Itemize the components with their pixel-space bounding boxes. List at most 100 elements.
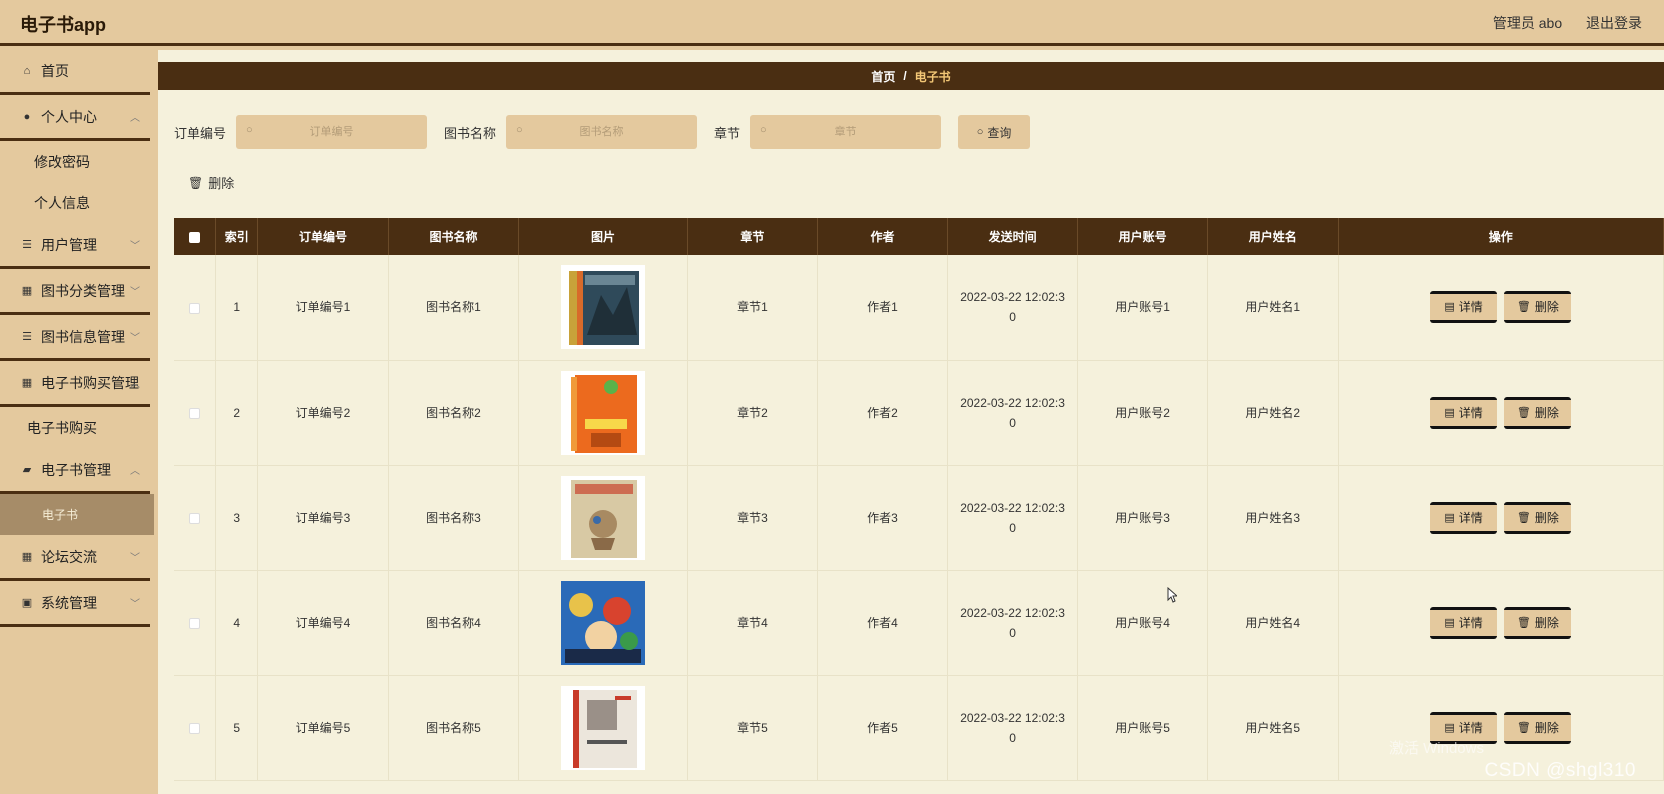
detail-button[interactable]: ▤ 详情 [1430,396,1498,429]
cell-actions: ▤ 详情 🗑 删除 [1338,360,1664,466]
trash-icon: 🗑 [1516,616,1531,629]
cell-actions: ▤ 详情 🗑 删除 [1338,465,1664,571]
row-checkbox[interactable] [189,302,201,314]
detail-button[interactable]: ▤ 详情 [1430,501,1498,534]
ebook-table: 索引 订单编号 图书名称 图片 章节 作者 发送时间 用户账号 用户姓名 操作 … [174,218,1664,781]
order-number-label: 订单编号 [174,125,227,141]
chevron-down-icon: ﹀ [130,333,140,344]
cell-book: 图书名称1 [388,255,520,361]
delete-label: 删除 [1534,510,1559,525]
sidebar-item-forum[interactable]: ▦ 论坛交流 ﹀ [0,535,150,581]
trash-icon: 🗑 [188,175,204,190]
sidebar-item-home[interactable]: ⌂ 首页 [0,49,150,95]
cell-author: 作者3 [817,465,948,571]
select-all-checkbox[interactable] [189,231,201,243]
cell-order: 订单编号4 [257,570,389,676]
sidebar-item-personal-info[interactable]: 个人信息 [0,182,150,223]
sidebar-item-change-password[interactable]: 修改密码 [0,141,150,182]
detail-label: 详情 [1458,720,1483,735]
delete-button[interactable]: 🗑 删除 [1504,396,1572,429]
delete-label: 删除 [1534,405,1559,420]
row-checkbox[interactable] [189,722,201,734]
book-name-input[interactable] [506,115,698,149]
column-header: 用户账号 [1077,218,1208,255]
cell-account: 用户账号5 [1077,675,1208,781]
cell-account: 用户账号3 [1077,465,1208,571]
book-name-label: 图书名称 [444,125,497,141]
chapter-label: 章节 [714,125,741,141]
delete-label: 删除 [1534,300,1559,315]
os-activation-watermark: 激活 Windows [1388,740,1484,757]
order-number-input[interactable] [236,115,428,149]
sidebar-item-system[interactable]: ▣ 系统管理 ﹀ [0,581,150,627]
delete-label: 删除 [1534,615,1559,630]
row-checkbox[interactable] [189,407,201,419]
detail-label: 详情 [1458,615,1483,630]
cell-chapter: 章节4 [687,570,819,676]
query-button[interactable]: ○ 查询 [958,115,1031,149]
cell-index: 1 [215,255,259,361]
document-icon: ▤ [1444,511,1455,524]
list-icon: ☰ [22,239,32,251]
cell-index: 2 [215,360,259,466]
detail-button[interactable]: ▤ 详情 [1430,291,1498,324]
app-title: 电子书app [20,15,107,35]
select-all-cell[interactable] [174,218,217,255]
delete-button[interactable]: 🗑 删除 [1504,501,1572,534]
cell-account: 用户账号2 [1077,360,1208,466]
table-row: 2 订单编号2 图书名称2 章节2 作者2 2022-03-22 12:02:3… [174,360,1664,466]
chevron-up-icon: ︿ [130,466,140,477]
table-row: 3 订单编号3 图书名称3 章节3 作者3 2022-03-22 12:02:3… [174,465,1664,571]
sidebar-item-ebook[interactable]: 电子书 [0,494,154,535]
sidebar-item-label: 系统管理 [41,594,97,611]
delete-button[interactable]: 🗑 删除 [1504,606,1572,639]
column-header: 订单编号 [257,218,389,255]
chapter-input[interactable] [750,115,942,149]
cell-account: 用户账号1 [1077,255,1208,361]
column-header: 图书名称 [388,218,520,255]
detail-button[interactable]: ▤ 详情 [1430,606,1498,639]
bulk-delete-button[interactable]: 🗑 删除 [188,173,234,192]
sidebar-item-personal-center[interactable]: ● 个人中心 ︿ [0,95,150,141]
row-checkbox[interactable] [189,512,201,524]
delete-button[interactable]: 🗑 删除 [1504,711,1572,744]
sidebar-item-book-info[interactable]: ☰ 图书信息管理 ﹀ [0,315,150,361]
cell-author: 作者1 [817,255,948,361]
cell-account: 用户账号4 [1077,570,1208,676]
sidebar-item-book-category[interactable]: ▦ 图书分类管理 ﹀ [0,269,150,315]
cell-author: 作者5 [817,675,948,781]
breadcrumb-home[interactable]: 首页 [871,68,895,85]
document-icon: ▤ [1444,616,1455,629]
main-content: 首页 / 电子书 订单编号 ○ 图书名称 ○ 章节 ○ ○ 查询 🗑 删除 [158,49,1664,794]
row-checkbox[interactable] [189,617,201,629]
cell-order: 订单编号5 [257,675,389,781]
cell-name: 用户姓名5 [1207,675,1339,781]
grid-icon: ▦ [21,551,33,563]
detail-label: 详情 [1458,300,1483,315]
chevron-up-icon: ︿ [130,113,140,124]
cell-name: 用户姓名2 [1207,360,1339,466]
sidebar-item-label: 图书信息管理 [41,328,125,345]
breadcrumb: 首页 / 电子书 [158,62,1664,90]
column-header: 章节 [687,218,819,255]
column-header: 操作 [1338,218,1664,255]
logout-link[interactable]: 退出登录 [1586,15,1642,31]
document-icon: ▤ [1444,721,1455,734]
cell-chapter: 章节2 [687,360,819,466]
sidebar-item-user-management[interactable]: ☰ 用户管理 ﹀ [0,223,150,269]
sidebar-item-ebook-management[interactable]: ▰ 电子书管理 ︿ [0,448,150,494]
column-header: 用户姓名 [1207,218,1339,255]
cell-order: 订单编号1 [257,255,389,361]
query-button-label: 查询 [987,125,1012,140]
cell-chapter: 章节3 [687,465,819,571]
cell-time: 2022-03-22 12:02:30 [947,360,1079,466]
delete-button[interactable]: 🗑 删除 [1504,291,1572,324]
sidebar-item-ebook-purchase[interactable]: 电子书购买 [0,407,150,448]
grid-icon: ▦ [21,377,33,389]
cell-time: 2022-03-22 12:02:30 [947,570,1079,676]
table-row: 1 订单编号1 图书名称1 章节1 作者1 2022-03-22 12:02:3… [174,255,1664,361]
cell-actions: ▤ 详情 🗑 删除 [1338,255,1664,361]
sidebar-item-label: 图书分类管理 [41,282,125,299]
sidebar-item-ebook-purchase-management[interactable]: ▦ 电子书购买管理 ︿ [0,361,150,407]
detail-label: 详情 [1458,510,1483,525]
